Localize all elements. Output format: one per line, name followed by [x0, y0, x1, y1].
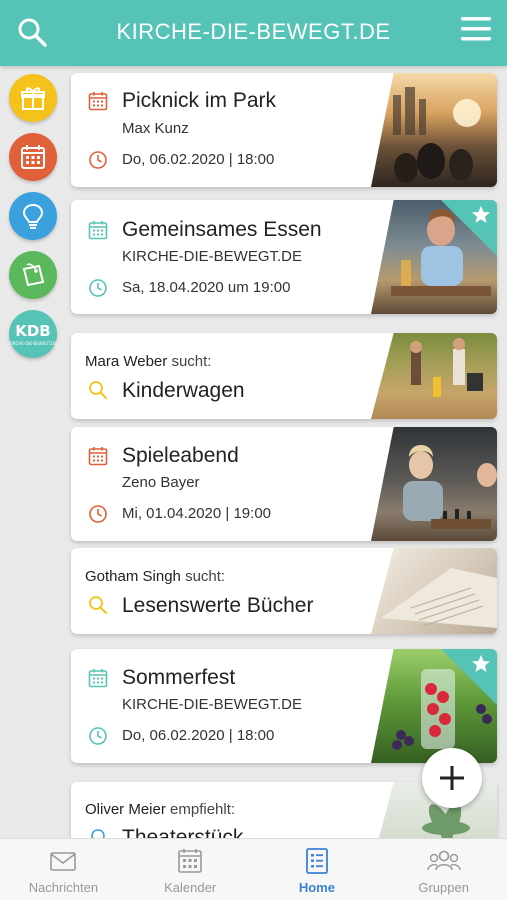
app-header: KIRCHE-DIE-BEWEGT.DE — [0, 0, 507, 66]
event-card-dinner[interactable]: Gemeinsames Essen KIRCHE-DIE-BEWEGT.DE S… — [71, 200, 497, 314]
calendar-icon — [88, 447, 108, 466]
category-calendar-button[interactable] — [9, 133, 57, 181]
event-organizer: KIRCHE-DIE-BEWEGT.DE — [122, 248, 303, 265]
search-author: Gotham Singh sucht: — [85, 568, 225, 585]
hamburger-menu-icon[interactable] — [461, 16, 491, 42]
bottom-navigation: Nachrichten Kalender Home Gruppen — [0, 838, 507, 900]
search-author: Mara Weber sucht: — [85, 353, 211, 370]
app-title: KIRCHE-DIE-BEWEGT.DE — [116, 19, 391, 44]
event-title: Gemeinsames Essen — [122, 218, 322, 241]
kdb-logo-subtext: KIRCHE-DIE-BEWEGT.DE — [9, 341, 57, 346]
category-sidebar: KDB KIRCHE-DIE-BEWEGT.DE — [0, 66, 66, 846]
author-verb: sucht: — [185, 568, 226, 585]
event-card-picnic[interactable]: Picknick im Park Max Kunz Do, 06.02.2020… — [71, 73, 497, 187]
calendar-icon — [178, 849, 202, 873]
plus-icon — [440, 766, 464, 790]
group-icon — [426, 850, 461, 871]
event-title: Sommerfest — [122, 666, 236, 689]
event-title: Spieleabend — [122, 444, 239, 467]
tab-calendar[interactable]: Kalender — [127, 839, 254, 900]
calendar-icon — [88, 92, 108, 111]
clock-icon — [89, 505, 107, 523]
event-date: Do, 06.02.2020 | 18:00 — [122, 151, 275, 168]
lightbulb-icon — [22, 203, 44, 229]
search-image — [371, 548, 497, 634]
event-organizer: KIRCHE-DIE-BEWEGT.DE — [122, 696, 303, 713]
tab-label: Home — [298, 880, 335, 895]
clock-icon — [89, 151, 107, 169]
tab-label: Kalender — [164, 880, 217, 895]
picnic-photo — [393, 87, 481, 183]
author-verb: sucht: — [171, 353, 212, 370]
search-icon — [89, 596, 107, 614]
event-organizer: Max Kunz — [122, 120, 189, 137]
stroller-photo — [410, 338, 483, 397]
author-name: Mara Weber — [85, 353, 168, 370]
author-verb: empfiehlt: — [170, 801, 236, 818]
search-card-stroller[interactable]: Mara Weber sucht: Kinderwagen — [71, 333, 497, 419]
tab-home[interactable]: Home — [254, 839, 381, 900]
event-date: Do, 06.02.2020 | 18:00 — [122, 727, 275, 744]
event-card-gamenight[interactable]: Spieleabend Zeno Bayer Mi, 01.04.2020 | … — [71, 427, 497, 541]
calendar-icon — [21, 145, 45, 169]
event-title: Picknick im Park — [122, 89, 277, 112]
author-name: Gotham Singh — [85, 568, 181, 585]
event-card-summerfest[interactable]: Sommerfest KIRCHE-DIE-BEWEGT.DE Do, 06.0… — [71, 649, 497, 763]
tag-icon — [22, 263, 45, 287]
star-icon — [472, 206, 490, 223]
search-title: Kinderwagen — [122, 379, 245, 402]
gift-icon — [21, 87, 45, 110]
tab-label: Nachrichten — [28, 880, 99, 895]
category-idea-button[interactable] — [9, 192, 57, 240]
tab-label: Gruppen — [418, 880, 469, 895]
clock-icon — [89, 279, 107, 297]
gamenight-photo — [403, 445, 497, 529]
author-name: Oliver Meier — [85, 801, 166, 818]
recommend-author: Oliver Meier empfiehlt: — [85, 801, 235, 818]
event-image — [371, 73, 497, 187]
category-offer-button[interactable] — [9, 251, 57, 299]
tab-groups[interactable]: Gruppen — [380, 839, 507, 900]
search-card-books[interactable]: Gotham Singh sucht: Lesenswerte Bücher — [71, 548, 497, 634]
star-icon — [472, 655, 490, 672]
search-title: Lesenswerte Bücher — [122, 594, 314, 617]
envelope-icon — [50, 852, 77, 871]
tab-messages[interactable]: Nachrichten — [0, 839, 127, 900]
calendar-icon — [88, 221, 108, 240]
event-date: Mi, 01.04.2020 | 19:00 — [122, 505, 272, 522]
kdb-logo-text: KDB — [15, 322, 51, 340]
list-icon — [305, 848, 328, 874]
search-icon — [89, 381, 107, 399]
search-image — [371, 333, 497, 419]
event-image — [371, 427, 497, 541]
kdb-logo-button[interactable]: KDB KIRCHE-DIE-BEWEGT.DE — [9, 310, 57, 358]
category-gift-button[interactable] — [9, 74, 57, 122]
event-date: Sa, 18.04.2020 um 19:00 — [122, 279, 291, 296]
event-organizer: Zeno Bayer — [122, 474, 200, 491]
calendar-icon — [88, 669, 108, 688]
clock-icon — [89, 727, 107, 745]
books-photo — [381, 568, 497, 628]
add-button[interactable] — [422, 748, 482, 808]
